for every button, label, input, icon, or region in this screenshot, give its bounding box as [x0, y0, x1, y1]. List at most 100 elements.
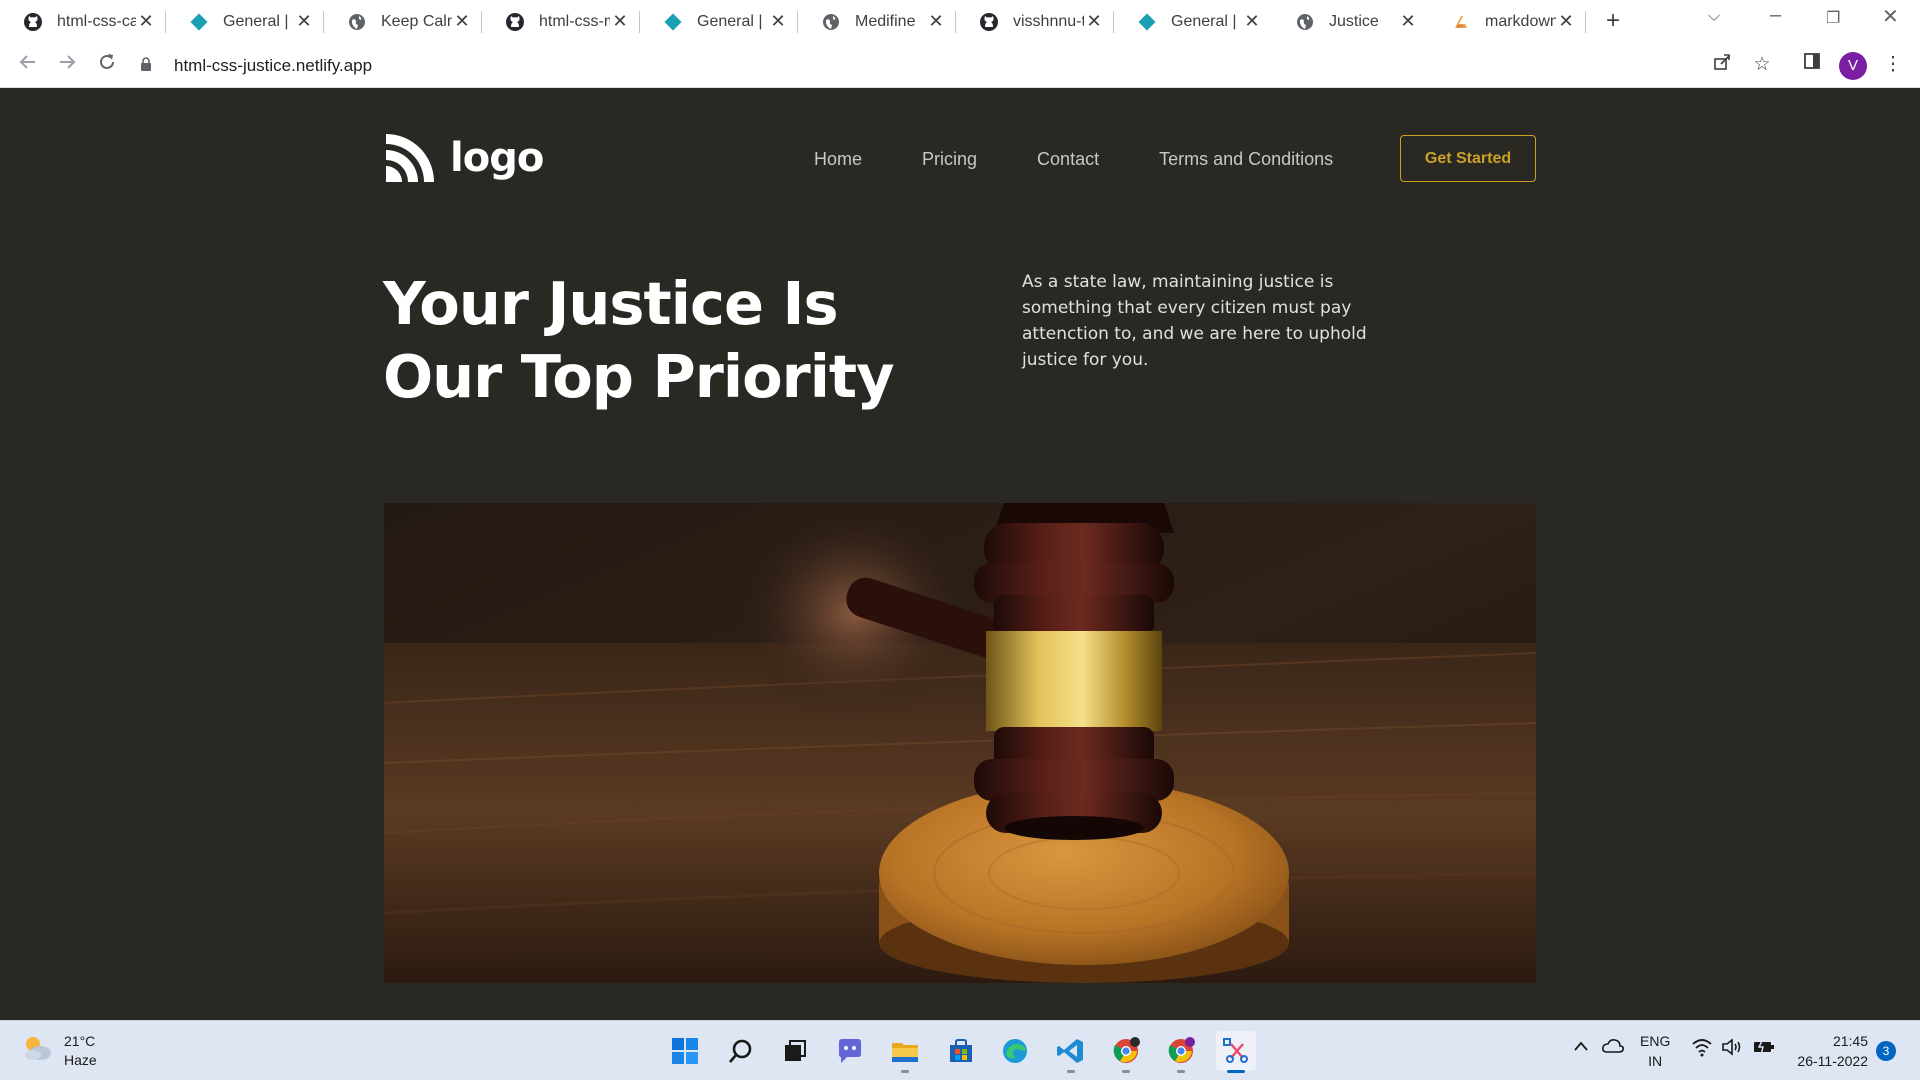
browser-tab[interactable]: General | Si ✕ — [166, 0, 324, 43]
onedrive-cloud-icon[interactable] — [1601, 1037, 1625, 1058]
weather-temperature: 21°C — [64, 1032, 96, 1049]
tab-separator — [1585, 11, 1586, 33]
tab-search-chevron-icon[interactable]: ⌵ — [1708, 8, 1720, 26]
github-icon — [978, 11, 1000, 33]
close-tab-icon[interactable]: ✕ — [452, 11, 472, 32]
hero-title: Your Justice Is Our Top Priority — [383, 267, 943, 413]
windows-start-icon[interactable] — [665, 1031, 705, 1071]
partly-cloudy-icon — [20, 1031, 54, 1070]
close-tab-icon[interactable]: ✕ — [610, 11, 630, 32]
site-logo[interactable]: logo — [384, 132, 544, 184]
browser-tab[interactable]: Keep Calm ✕ — [324, 0, 482, 43]
wifi-icon[interactable] — [1691, 1037, 1713, 1060]
get-started-button[interactable]: Get Started — [1400, 135, 1536, 182]
browser-tab[interactable]: markdown ✕ — [1428, 0, 1586, 43]
globe-icon — [346, 11, 368, 33]
browser-tab[interactable]: html-css-ca ✕ — [0, 0, 166, 43]
search-icon[interactable] — [721, 1031, 761, 1071]
hero-title-line: Your Justice Is — [383, 269, 839, 338]
tab-title: html-css-ca — [57, 12, 136, 30]
logo-text: logo — [450, 135, 544, 181]
more-menu-icon[interactable]: ⋮ — [1880, 52, 1906, 78]
back-arrow-icon[interactable] — [14, 51, 42, 79]
close-tab-icon[interactable]: ✕ — [294, 11, 314, 32]
volume-icon[interactable] — [1721, 1037, 1745, 1060]
logo-mark-icon — [386, 134, 434, 182]
vscode-icon[interactable] — [1051, 1031, 1091, 1073]
running-indicator — [901, 1070, 909, 1073]
tab-title: Medifine — [855, 12, 916, 30]
chrome-icon[interactable] — [1106, 1031, 1146, 1073]
restore-icon[interactable]: ❐ — [1826, 8, 1840, 28]
forward-arrow-icon[interactable] — [53, 51, 81, 79]
tab-title: markdown — [1485, 12, 1556, 30]
clock-time: 21:45 — [1832, 1033, 1868, 1049]
close-tab-icon[interactable]: ✕ — [1084, 11, 1104, 32]
markdown-icon — [1450, 11, 1472, 33]
close-tab-icon[interactable]: ✕ — [926, 11, 946, 32]
minimize-icon[interactable]: – — [1770, 4, 1781, 27]
main-nav: Home Pricing Contact Terms and Condition… — [814, 149, 1393, 170]
share-icon[interactable] — [1709, 52, 1735, 78]
language-indicator[interactable]: ENG IN — [1640, 1031, 1670, 1071]
browser-tab[interactable]: General | Si ✕ — [1114, 0, 1272, 43]
github-icon — [22, 11, 44, 33]
nav-link-contact[interactable]: Contact — [1037, 149, 1099, 170]
snipping-tool-icon[interactable] — [1216, 1031, 1256, 1073]
url-text[interactable]: html-css-justice.netlify.app — [174, 56, 372, 76]
close-window-icon[interactable]: ✕ — [1882, 4, 1899, 29]
tab-title: General | Si — [1171, 12, 1242, 30]
browser-tab[interactable]: General | Si ✕ — [640, 0, 798, 43]
diamond-icon — [1136, 11, 1158, 33]
browser-toolbar: html-css-justice.netlify.app ☆ ⋮ — [0, 43, 1920, 88]
weather-widget[interactable]: 21°C Haze — [20, 1031, 97, 1070]
battery-charging-icon[interactable] — [1752, 1037, 1776, 1060]
task-view-icon[interactable] — [775, 1031, 815, 1071]
tab-title: Justice — [1329, 12, 1379, 30]
tab-title: General | Si — [223, 12, 294, 30]
show-hidden-icons-chevron-icon[interactable] — [1572, 1039, 1590, 1056]
nav-link-home[interactable]: Home — [814, 149, 862, 170]
github-icon — [504, 11, 526, 33]
region-code: IN — [1648, 1053, 1663, 1069]
close-tab-icon[interactable]: ✕ — [1242, 11, 1262, 32]
close-tab-icon[interactable]: ✕ — [1398, 11, 1418, 32]
language-code: ENG — [1640, 1033, 1671, 1049]
chrome-profile-icon[interactable] — [1161, 1031, 1201, 1073]
nav-link-pricing[interactable]: Pricing — [922, 149, 977, 170]
globe-icon — [1294, 11, 1316, 33]
browser-tab[interactable]: html-css-m ✕ — [482, 0, 640, 43]
close-tab-icon[interactable]: ✕ — [136, 11, 156, 32]
running-indicator — [1177, 1070, 1185, 1073]
side-panel-icon[interactable] — [1799, 52, 1825, 78]
weather-condition: Haze — [64, 1051, 97, 1068]
browser-tab[interactable]: Medifine ✕ — [798, 0, 956, 43]
browser-tab[interactable]: visshnnu-te ✕ — [956, 0, 1114, 43]
close-tab-icon[interactable]: ✕ — [768, 11, 788, 32]
clock-date: 26-11-2022 — [1797, 1053, 1868, 1069]
new-tab-button[interactable]: + — [1598, 6, 1628, 36]
address-bar[interactable]: html-css-justice.netlify.app — [140, 48, 1670, 83]
bookmark-star-icon[interactable]: ☆ — [1749, 52, 1775, 78]
tab-title: visshnnu-te — [1013, 12, 1084, 30]
hero-title-line: Our Top Priority — [383, 342, 895, 411]
profile-avatar[interactable]: V — [1839, 52, 1867, 80]
tab-title: General | Si — [697, 12, 768, 30]
lock-icon[interactable] — [140, 57, 156, 74]
edge-icon[interactable] — [995, 1031, 1035, 1071]
nav-link-terms[interactable]: Terms and Conditions — [1159, 149, 1333, 170]
running-indicator — [1067, 1070, 1075, 1073]
store-icon[interactable] — [941, 1031, 981, 1071]
close-tab-icon[interactable]: ✕ — [1556, 11, 1576, 32]
running-indicator — [1122, 1070, 1130, 1073]
reload-icon[interactable] — [93, 51, 121, 79]
gavel-illustration — [384, 503, 1536, 983]
diamond-icon — [188, 11, 210, 33]
running-indicator — [1227, 1070, 1245, 1073]
browser-tab-active[interactable]: Justice ✕ — [1272, 0, 1428, 43]
chat-icon[interactable] — [830, 1031, 870, 1071]
system-clock[interactable]: 21:45 26-11-2022 — [1792, 1031, 1868, 1071]
hero-gavel-image — [384, 503, 1536, 983]
notification-badge[interactable]: 3 — [1876, 1041, 1896, 1061]
file-explorer-icon[interactable] — [885, 1031, 925, 1073]
